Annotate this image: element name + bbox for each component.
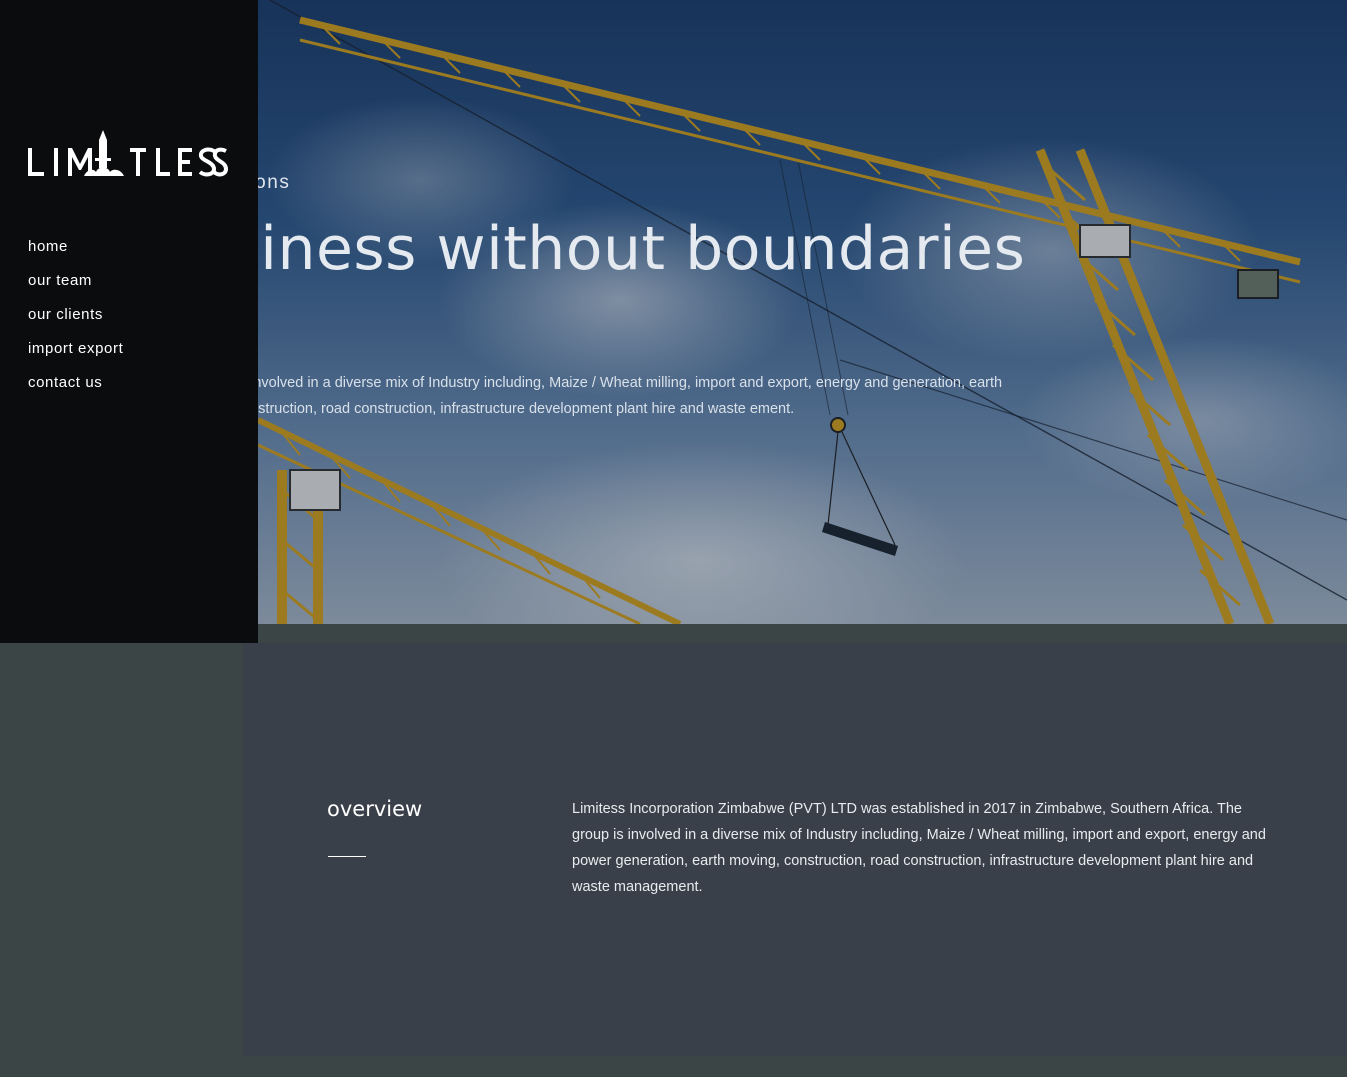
overview-section: overview Limitess Incorporation Zimbabwe… xyxy=(243,643,1347,1056)
nav-link-home[interactable]: home xyxy=(28,238,68,255)
nav-item-contact-us: contact us xyxy=(28,372,123,406)
hero-paragraph: s Group is involved in a diverse mix of … xyxy=(180,375,1003,417)
overview-title: overview xyxy=(327,797,423,821)
brand-logo[interactable] xyxy=(28,128,229,184)
nav-link-contact-us[interactable]: contact us xyxy=(28,374,102,391)
overview-text: Limitess Incorporation Zimbabwe (PVT) LT… xyxy=(572,801,1266,895)
overview-divider xyxy=(328,856,366,857)
sidebar: home our team our clients import export … xyxy=(0,0,258,643)
nav-item-import-export: import export xyxy=(28,338,123,372)
nav-item-our-clients: our clients xyxy=(28,304,123,338)
limitless-logo-icon xyxy=(28,130,229,177)
main-nav: home our team our clients import export … xyxy=(28,236,123,406)
nav-link-our-clients[interactable]: our clients xyxy=(28,306,103,323)
nav-link-import-export[interactable]: import export xyxy=(28,340,123,357)
nav-item-our-team: our team xyxy=(28,270,123,304)
hero-headline: usiness without boundaries xyxy=(190,214,1026,284)
nav-item-home: home xyxy=(28,236,123,270)
nav-link-our-team[interactable]: our team xyxy=(28,272,92,289)
